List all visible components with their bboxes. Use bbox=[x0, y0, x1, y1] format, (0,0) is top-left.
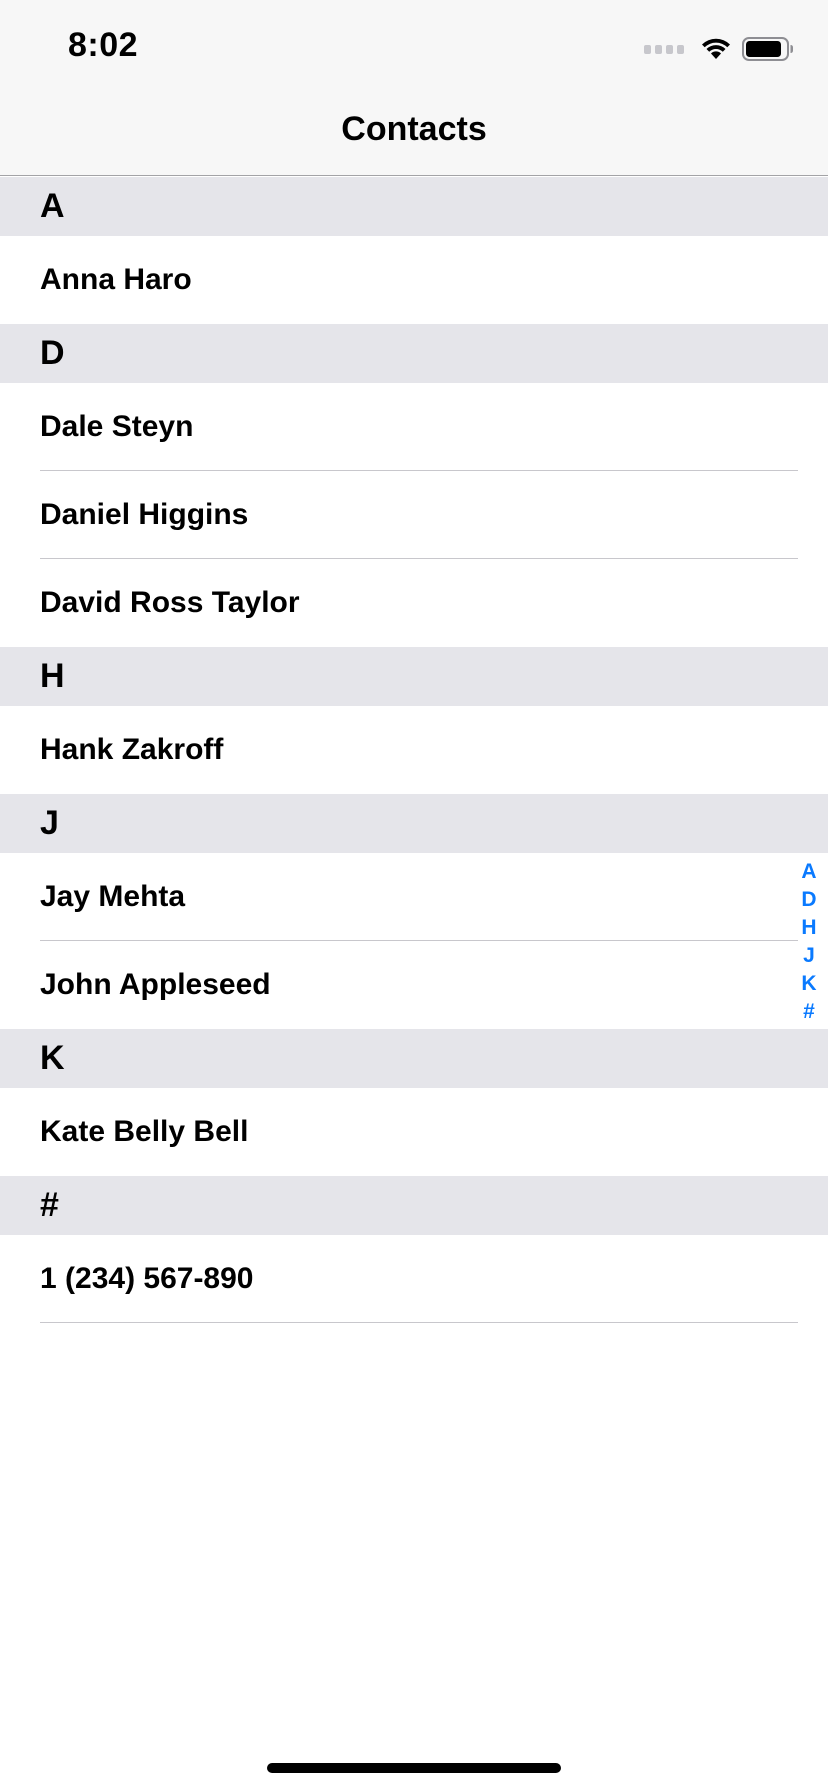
index-item-a[interactable]: A bbox=[801, 858, 816, 886]
page-title: Contacts bbox=[341, 110, 487, 148]
contact-row[interactable]: Dale Steyn bbox=[0, 383, 828, 471]
contact-row[interactable]: Hank Zakroff bbox=[0, 706, 828, 794]
index-item-k[interactable]: K bbox=[801, 970, 816, 998]
contact-name: David Ross Taylor bbox=[40, 586, 300, 619]
section-letter: # bbox=[40, 1186, 59, 1224]
section-letter: J bbox=[40, 804, 59, 842]
index-item-hash[interactable]: # bbox=[803, 998, 815, 1026]
contact-row[interactable]: Kate Belly Bell bbox=[0, 1088, 828, 1176]
index-item-d[interactable]: D bbox=[801, 886, 816, 914]
index-item-h[interactable]: H bbox=[801, 914, 816, 942]
wifi-icon bbox=[702, 38, 730, 59]
section-header: K bbox=[0, 1029, 828, 1088]
contact-row[interactable]: 1 (234) 567-890 bbox=[0, 1235, 828, 1323]
index-item-j[interactable]: J bbox=[803, 942, 815, 970]
contact-name: John Appleseed bbox=[40, 968, 271, 1001]
contact-row[interactable]: John Appleseed bbox=[0, 941, 828, 1029]
contact-name: Dale Steyn bbox=[40, 410, 194, 443]
contact-name: 1 (234) 567-890 bbox=[40, 1262, 254, 1295]
contact-name: Jay Mehta bbox=[40, 880, 186, 913]
signal-icon bbox=[644, 44, 684, 54]
section-letter: H bbox=[40, 657, 65, 695]
section-letter: D bbox=[40, 334, 65, 372]
section-header: H bbox=[0, 647, 828, 706]
section-header: # bbox=[0, 1176, 828, 1235]
contacts-list: A Anna Haro D Dale Steyn Daniel Higgins … bbox=[0, 177, 828, 1323]
battery-icon bbox=[742, 37, 793, 61]
status-icons bbox=[644, 34, 794, 64]
section-letter: K bbox=[40, 1039, 65, 1077]
status-time: 8:02 bbox=[68, 26, 139, 64]
contact-name: Daniel Higgins bbox=[40, 498, 249, 531]
contact-row[interactable]: Daniel Higgins bbox=[0, 471, 828, 559]
contact-row[interactable]: Jay Mehta bbox=[0, 853, 828, 941]
contact-name: Kate Belly Bell bbox=[40, 1115, 249, 1148]
navigation-bar: 8:02 Contacts bbox=[0, 0, 828, 176]
section-letter: A bbox=[40, 187, 65, 225]
contact-name: Hank Zakroff bbox=[40, 733, 224, 766]
contact-name: Anna Haro bbox=[40, 263, 192, 296]
section-header: A bbox=[0, 177, 828, 236]
contact-row[interactable]: Anna Haro bbox=[0, 236, 828, 324]
contacts-screen: 8:02 Contacts A Anna Haro D Dale Steyn D… bbox=[0, 0, 828, 1792]
section-index: A D H J K # bbox=[796, 858, 822, 1026]
contact-row[interactable]: David Ross Taylor bbox=[0, 559, 828, 647]
section-header: D bbox=[0, 324, 828, 383]
section-header: J bbox=[0, 794, 828, 853]
home-indicator[interactable] bbox=[267, 1763, 561, 1773]
